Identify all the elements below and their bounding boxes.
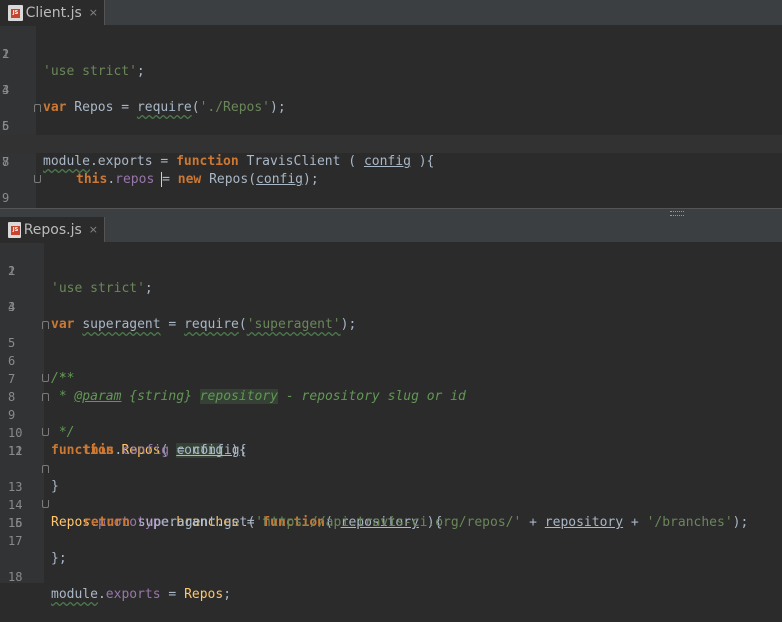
code-line: 7 * @param {string} repository - reposit… [8, 372, 466, 404]
editor1-tab-bar: JS Client.js × [0, 0, 782, 26]
js-file-icon: JS [8, 4, 23, 21]
editor1-code-area[interactable]: 1 'use strict'; 2 3 var Repos = require(… [0, 26, 782, 241]
editor2-code-area[interactable]: 1 'use strict'; 2 3 var superagent = req… [0, 243, 782, 602]
editor2-tab-bar: JS Repos.js × [0, 217, 782, 243]
js-file-icon: JS [8, 221, 21, 238]
fold-icon[interactable] [42, 428, 49, 436]
code-line: 14 return superagent.get('https://api.tr… [8, 498, 749, 530]
code-line: 5 module.exports = function TravisClient… [0, 99, 782, 169]
code-line: 1 'use strict'; [2, 47, 145, 79]
code-line: 10 this.config = config; [8, 426, 248, 458]
code-line: 13 Repos.prototype.branches = function( … [0, 460, 782, 530]
code-line: 1 'use strict'; [8, 264, 153, 296]
code-line: 9 function Repos( config ){ [0, 388, 782, 458]
tab-label: Client.js [25, 4, 82, 21]
code-line: 2 [8, 264, 16, 278]
code-line: 17 [8, 534, 23, 548]
code-line: 3 var superagent = require('superagent')… [8, 300, 357, 332]
fold-icon[interactable] [42, 500, 49, 508]
code-line: 4 [2, 83, 10, 97]
fold-icon[interactable] [34, 175, 41, 183]
code-line: 15 }; [0, 496, 782, 566]
editor-splitter[interactable] [0, 208, 782, 217]
code-line: 6 * [8, 354, 67, 386]
code-line: 4 [8, 300, 16, 314]
fold-icon[interactable] [42, 374, 49, 382]
code-line: 12 [8, 444, 23, 458]
code-line: 16 [8, 516, 23, 530]
code-line: 8 [2, 155, 10, 169]
close-icon[interactable]: × [89, 223, 98, 236]
code-line: 11 } [0, 424, 782, 494]
code-line: 2 [2, 47, 10, 61]
splitter-grip-icon[interactable] [670, 211, 684, 216]
code-line: 8 */ [0, 370, 782, 440]
fold-icon[interactable] [42, 393, 49, 401]
code-line: 9 }; [0, 171, 782, 241]
close-icon[interactable]: × [89, 6, 98, 19]
tab-label: Repos.js [23, 221, 82, 238]
code-line: 6 [2, 119, 10, 133]
tab-client-js[interactable]: JS Client.js × [0, 0, 105, 25]
fold-icon[interactable] [34, 104, 41, 112]
current-code-line: 7 this.repos = new Repos(config); [0, 135, 782, 187]
code-line: 5 /** [0, 316, 782, 386]
tab-repos-js[interactable]: JS Repos.js × [0, 217, 105, 242]
fold-icon[interactable] [42, 321, 49, 329]
fold-icon[interactable] [42, 465, 49, 473]
code-line: 3 var Repos = require('./Repos'); [2, 83, 286, 115]
code-line: 18 module.exports = Repos; [8, 570, 232, 602]
